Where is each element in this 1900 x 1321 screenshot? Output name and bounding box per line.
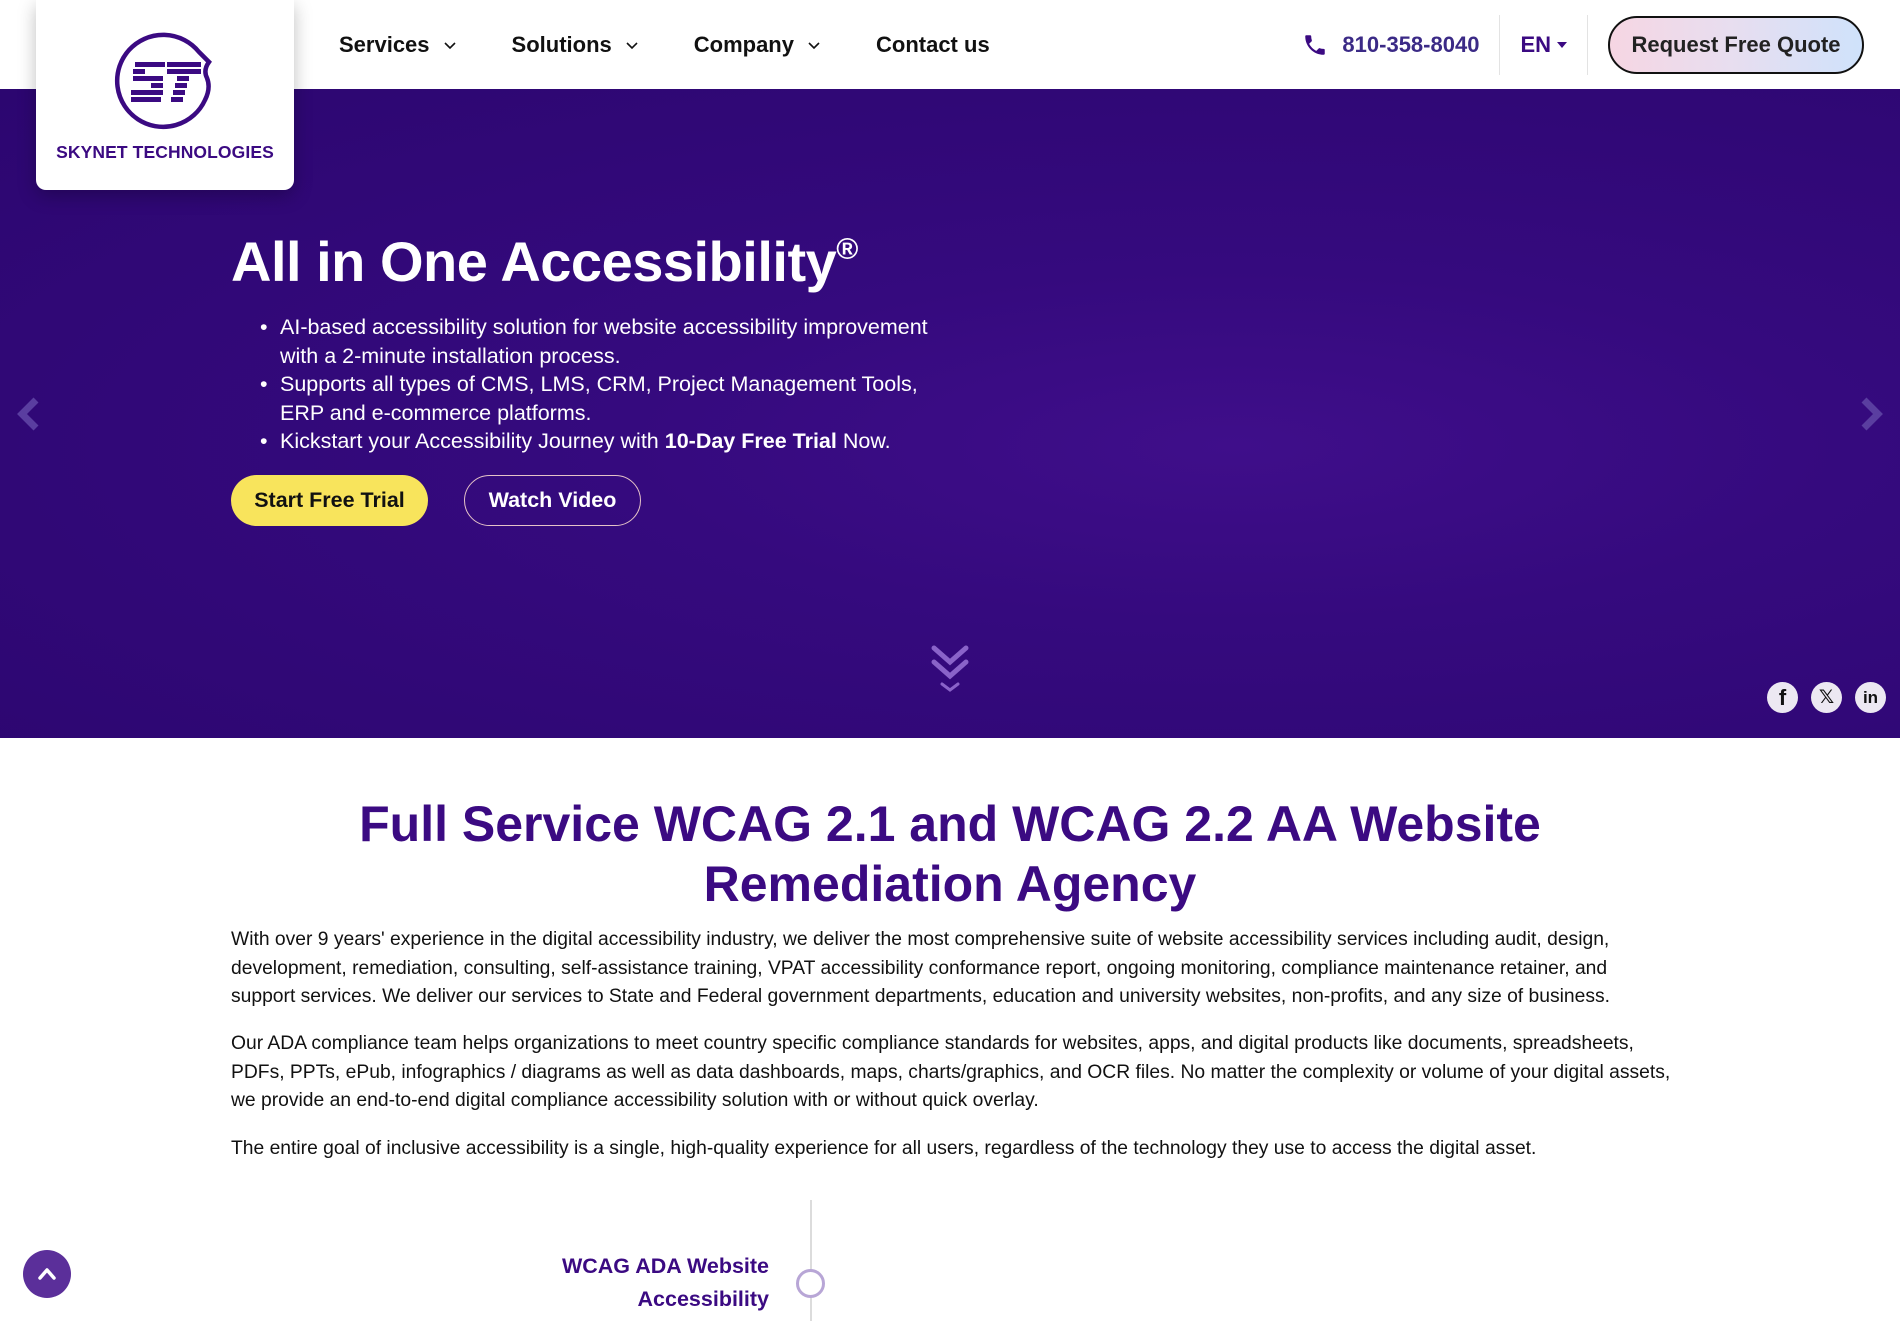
start-free-trial-button[interactable]: Start Free Trial — [231, 475, 428, 526]
nav-solutions[interactable]: Solutions — [512, 32, 638, 58]
hero-bullet: Supports all types of CMS, LMS, CRM, Pro… — [260, 370, 960, 427]
x-glyph: 𝕏 — [1818, 687, 1835, 708]
goal-paragraph: The entire goal of inclusive accessibili… — [231, 1138, 1537, 1159]
caret-down-icon — [1557, 41, 1567, 48]
nav-solutions-label: Solutions — [511, 31, 612, 57]
hero-bullet-text: Kickstart your Accessibility Journey wit… — [280, 429, 665, 453]
nav-contact-us-label: Contact us — [876, 31, 990, 57]
skynet-logo-icon — [114, 32, 212, 130]
x-twitter-icon[interactable]: 𝕏 — [1811, 682, 1842, 713]
nav-services[interactable]: Services — [339, 32, 456, 58]
chevron-down-icon — [808, 41, 820, 49]
hero-title: All in One Accessibility® — [231, 229, 858, 294]
hero-title-text: All in One Accessibility — [231, 230, 837, 293]
phone-link[interactable]: 810-358-8040 — [1302, 32, 1499, 58]
phone-number: 810-358-8040 — [1342, 31, 1480, 57]
language-selector[interactable]: EN — [1500, 32, 1587, 58]
phone-icon — [1305, 34, 1326, 55]
hero-bullet: Kickstart your Accessibility Journey wit… — [260, 427, 960, 456]
chevron-down-icon — [626, 41, 638, 49]
hero-bullet-text: AI-based accessibility solution for webs… — [280, 315, 928, 368]
timeline-label-line2: Accessibility — [637, 1287, 769, 1311]
timeline-label-line1: WCAG ADA Website — [561, 1254, 769, 1278]
social-links: f 𝕏 in — [1754, 682, 1886, 713]
divider — [1587, 14, 1588, 75]
section-title: Full Service WCAG 2.1 and WCAG 2.2 AA We… — [0, 794, 1900, 914]
free-trial-highlight: 10-Day Free Trial — [664, 429, 837, 453]
linkedin-icon[interactable]: in — [1855, 682, 1886, 713]
compliance-paragraph: Our ADA compliance team helps organizati… — [231, 1033, 1671, 1111]
facebook-glyph: f — [1778, 684, 1787, 710]
watch-video-button[interactable]: Watch Video — [464, 475, 641, 526]
linkedin-glyph: in — [1862, 687, 1879, 707]
section-title-line1: Full Service WCAG 2.1 and WCAG 2.2 AA We… — [359, 796, 1541, 852]
language-label: EN — [1520, 31, 1551, 57]
chevron-right-icon[interactable] — [1856, 394, 1886, 434]
registered-mark: ® — [836, 233, 858, 266]
timeline-label: WCAG ADA Website Accessibility — [562, 1250, 769, 1316]
hero-bullets: AI-based accessibility solution for webs… — [260, 313, 960, 456]
double-chevron-down-icon[interactable] — [928, 642, 972, 697]
hero-bullet: AI-based accessibility solution for webs… — [260, 313, 960, 370]
nav-contact-us[interactable]: Contact us — [876, 32, 990, 58]
main-nav: Services Solutions Company Contact us — [339, 0, 1046, 89]
header-actions: 810-358-8040 EN Request Free Quote — [1302, 0, 1900, 89]
intro-paragraph: With over 9 years' experience in the dig… — [231, 929, 1610, 1007]
hero-bullet-text: Supports all types of CMS, LMS, CRM, Pro… — [280, 372, 918, 425]
section-title-line2: Remediation Agency — [703, 856, 1197, 912]
timeline-line — [810, 1200, 812, 1321]
chevron-left-icon[interactable] — [14, 394, 44, 434]
chevron-down-icon — [443, 41, 456, 49]
logo[interactable]: SKYNET TECHNOLOGIES — [36, 0, 294, 190]
nav-company[interactable]: Company — [694, 32, 820, 58]
hero-bullet-text: Now. — [836, 429, 891, 453]
back-to-top-button[interactable] — [23, 1250, 71, 1298]
nav-company-label: Company — [693, 31, 794, 57]
request-quote-button[interactable]: Request Free Quote — [1608, 15, 1864, 74]
timeline-node — [796, 1269, 825, 1298]
nav-services-label: Services — [339, 31, 430, 57]
facebook-icon[interactable]: f — [1767, 682, 1798, 713]
hero-actions: Start Free Trial Watch Video — [231, 475, 641, 526]
logo-text: SKYNET TECHNOLOGIES — [56, 142, 274, 162]
chevron-up-icon — [38, 1268, 56, 1280]
